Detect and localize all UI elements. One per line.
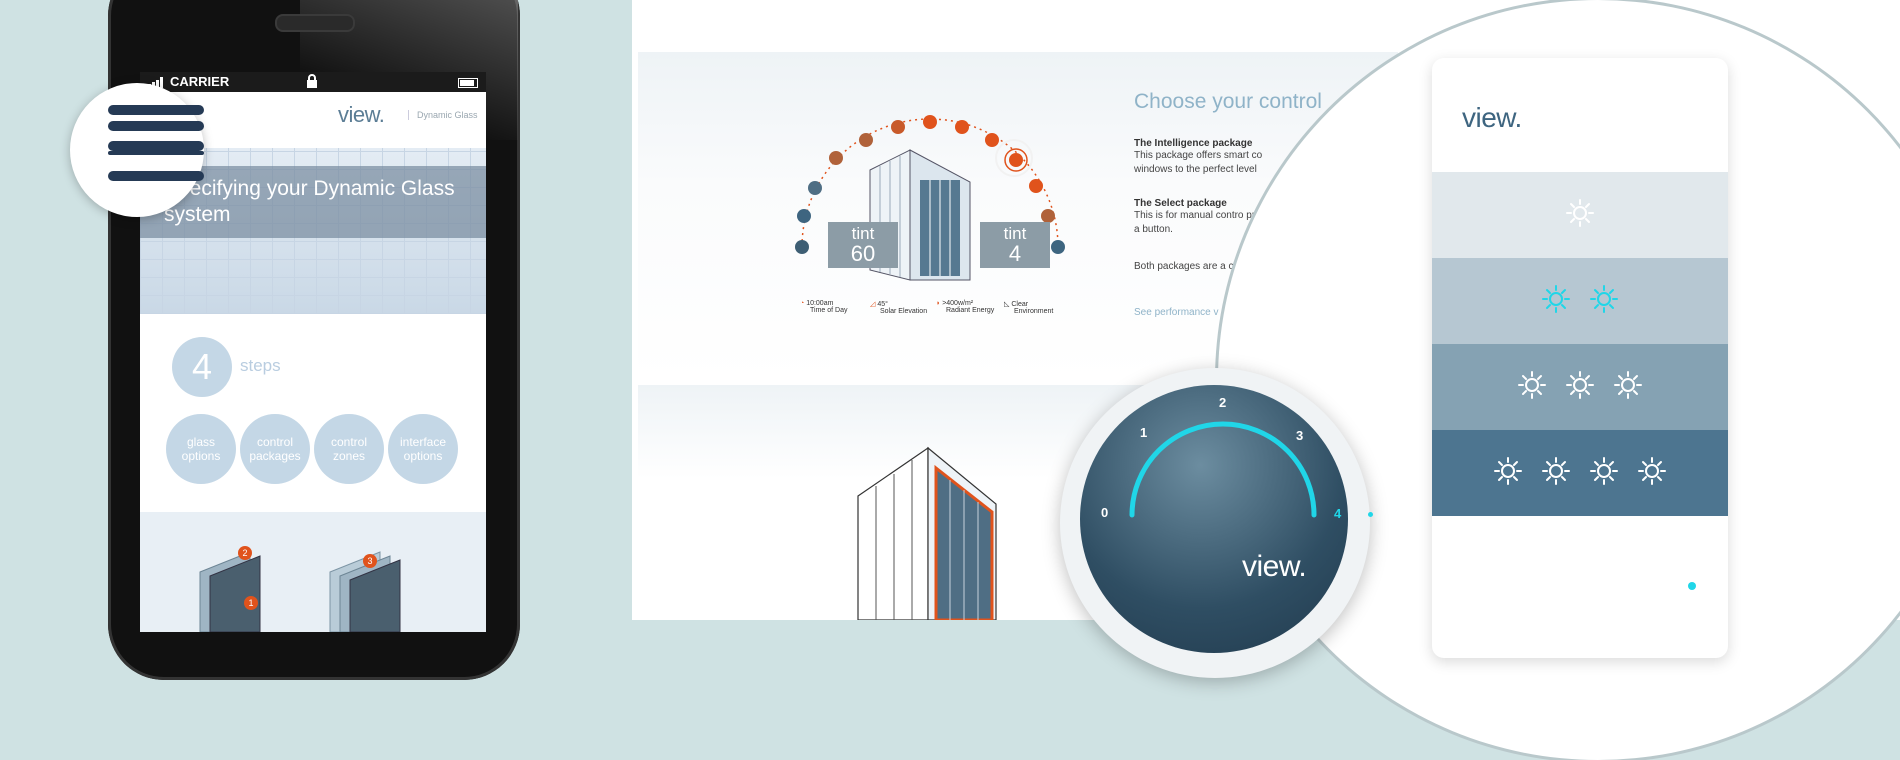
badge-3: 3 — [363, 554, 377, 568]
angle-icon: ◿ — [870, 301, 876, 308]
tint-level-2[interactable] — [1432, 258, 1728, 344]
glass-panel-illustration-a — [199, 551, 261, 632]
dial-tick-4: 4 — [1334, 506, 1342, 521]
sun-icon — [1637, 456, 1667, 491]
clock-icon: ◔ — [800, 300, 805, 307]
dial-tick-2: 2 — [1219, 395, 1227, 410]
status-bar: CARRIER — [140, 72, 486, 92]
dial-tick-0: 0 — [1101, 505, 1109, 520]
glass-panels-section: 2 3 1 — [140, 512, 486, 632]
sun-icon — [1517, 370, 1547, 405]
tint-level-3[interactable] — [1432, 344, 1728, 430]
option-control-zones[interactable]: control zones — [314, 414, 384, 484]
legend-elevation: ◿ 45° Solar Elevation — [870, 300, 927, 315]
building-illustration — [857, 446, 997, 620]
performance-link[interactable]: See performance v — [1134, 307, 1219, 318]
sun-icon — [1541, 284, 1571, 319]
legend-elevation-value: 45° — [877, 301, 888, 308]
tint-right-value: 4 — [1008, 241, 1022, 266]
intelligence-text: This package offers smart co windows to … — [1134, 150, 1263, 175]
tint-level-4[interactable] — [1432, 430, 1728, 516]
legend-elevation-label: Solar Elevation — [880, 308, 928, 315]
sun-icon — [1493, 456, 1523, 491]
phone-speaker — [275, 14, 355, 32]
legend-radiant: ◗ >400w/m² Radiant Energy — [936, 300, 994, 314]
hero-title: Specifying your Dynamic Glass system — [164, 177, 455, 226]
intelligence-heading: The Intelligence package — [1134, 138, 1253, 149]
sun-icon — [1589, 284, 1619, 319]
menu-bar-2 — [108, 121, 204, 131]
badge-2: 2 — [238, 546, 252, 560]
legend-radiant-value: >400w/m² — [942, 300, 974, 307]
menu-bar-1 — [108, 105, 204, 115]
steps-label: steps — [240, 356, 281, 375]
sun-icon — [1613, 370, 1643, 405]
radiant-icon: ◗ — [936, 300, 941, 307]
tint-readout-right: tint 4 — [980, 222, 1050, 268]
tint-readout-left: tint 60 — [828, 222, 898, 268]
brand-tagline: Dynamic Glass — [408, 110, 478, 120]
dial-tick-1: 1 — [1140, 425, 1148, 440]
lock-icon — [306, 74, 318, 92]
sun-icon — [1541, 456, 1571, 491]
option-control-packages[interactable]: control packages — [240, 414, 310, 484]
active-indicator-dot — [1688, 582, 1696, 590]
tint-level-1[interactable] — [1432, 172, 1728, 258]
battery-icon — [458, 78, 478, 88]
legend-environment-label: Environment — [1014, 308, 1054, 315]
sun-icon — [1565, 370, 1595, 405]
glass-panel-illustration-b — [329, 551, 401, 632]
menu-magnifier[interactable] — [70, 83, 204, 217]
legend-environment: ◺ Clear Environment — [1004, 300, 1053, 315]
dial-indicator-dot — [1368, 512, 1373, 517]
legend-environment-value: Clear — [1011, 301, 1029, 308]
brand-logo[interactable]: view. — [338, 102, 385, 128]
environment-icon: ◺ — [1004, 301, 1010, 308]
menu-bar-4 — [108, 171, 204, 181]
option-glass[interactable]: glass options — [166, 414, 236, 484]
legend-time: ◔ 10:00am Time of Day — [800, 300, 847, 314]
carrier-name: CARRIER — [170, 74, 230, 89]
legend-time-value: 10:00am — [806, 300, 834, 307]
sun-icon — [1589, 456, 1619, 491]
card-logo[interactable]: view. — [1462, 102, 1522, 134]
tint-card: view. — [1432, 58, 1728, 658]
dial-arc — [1129, 421, 1317, 518]
dial-logo: view. — [1242, 550, 1307, 583]
legend-radiant-label: Radiant Energy — [946, 307, 995, 314]
dial-tick-3: 3 — [1296, 428, 1304, 443]
option-interface[interactable]: interface options — [388, 414, 458, 484]
sun-icon — [1565, 198, 1595, 233]
menu-bar-highlight — [108, 151, 204, 155]
badge-1: 1 — [244, 596, 258, 610]
intelligence-package: The Intelligence package This package of… — [1134, 138, 1284, 177]
menu-bar-3 — [108, 141, 204, 151]
tint-left-value: 60 — [850, 241, 876, 266]
controls-title: Choose your control — [1134, 90, 1322, 113]
legend-time-label: Time of Day — [810, 307, 848, 314]
steps-count: 4 — [172, 337, 232, 397]
